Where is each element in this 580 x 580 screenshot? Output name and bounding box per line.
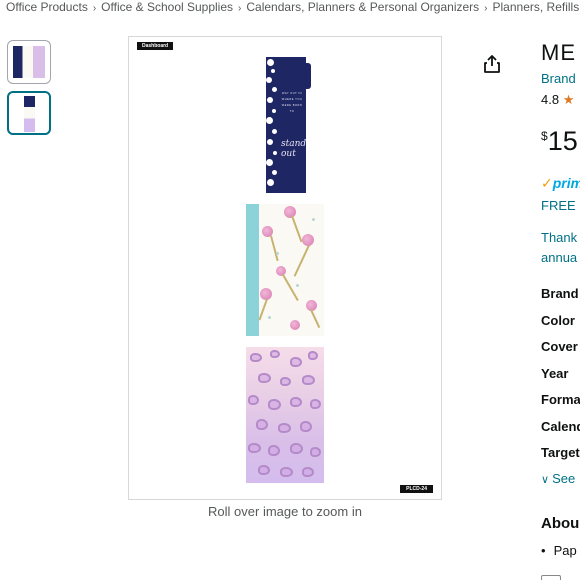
teal-strip [246, 204, 259, 336]
breadcrumb-item-office-products[interactable]: Office Products [6, 0, 88, 14]
thumbnail-list [7, 40, 51, 142]
compare-checkbox[interactable] [541, 575, 561, 580]
spec-year: Year [541, 365, 569, 381]
product-code-tag: PLCD-24 [400, 485, 433, 493]
about-bullet: • Pap [541, 543, 577, 558]
spec-target: Target [541, 445, 580, 460]
breadcrumb: Office Products › Office & School Supplies… [6, 0, 579, 14]
breadcrumb-separator: › [484, 3, 488, 14]
see-more-link[interactable]: ∨ See [541, 471, 575, 486]
thumbnail-1[interactable] [7, 40, 51, 84]
breadcrumb-item-calendars-planners[interactable]: Calendars, Planners & Personal Organizer… [246, 0, 479, 14]
zoom-hint: Roll over image to zoom in [208, 504, 362, 519]
leopard-print-card [246, 347, 324, 483]
share-icon[interactable] [482, 54, 502, 74]
star-icon: ★ [562, 92, 575, 107]
breadcrumb-item-office-school-supplies[interactable]: Office & School Supplies [101, 0, 233, 14]
breadcrumb-separator: › [238, 3, 242, 14]
dot-border [266, 57, 278, 193]
prime-check-icon: ✓ [541, 175, 553, 191]
prime-label: prim [552, 175, 580, 191]
spec-color: Color [541, 312, 575, 328]
spec-cover: Cover [541, 339, 578, 354]
prime-badge[interactable]: ✓prim [541, 175, 580, 192]
promo-line-1: Thank [541, 230, 578, 245]
spec-brand: Brand [541, 286, 579, 301]
brand-link[interactable]: Brand [541, 71, 576, 86]
thumbnail-1-image [13, 46, 45, 78]
product-specs: Brand Color Cover Year Forma Calend Targ… [541, 286, 580, 472]
about-heading: Abou [541, 515, 580, 532]
promo-line-2: annua [541, 250, 578, 265]
price: $15 [541, 126, 578, 157]
spec-calendar: Calend [541, 418, 580, 434]
rating-value: 4.8 [541, 92, 560, 107]
bullet-dot: • [541, 543, 546, 558]
bullet-text: Pap [553, 543, 577, 558]
product-title: ME [541, 40, 576, 65]
main-product-image[interactable]: Dashboard WAY OUT IN WHERE YOU WERE BORN… [128, 36, 442, 500]
breadcrumb-separator: › [92, 3, 97, 14]
card-tab [305, 63, 311, 89]
floral-card [246, 204, 324, 336]
thumbnail-2[interactable] [7, 91, 51, 135]
breadcrumb-item-planners-refills[interactable]: Planners, Refills [493, 0, 580, 14]
rating[interactable]: 4.8 ★ [541, 92, 574, 108]
thumbnail-2-image [24, 96, 35, 132]
price-symbol: $ [541, 129, 548, 143]
chevron-down-icon: ∨ [541, 474, 550, 486]
card-script-text: stand out [281, 139, 307, 159]
navy-quote-card: WAY OUT IN WHERE YOU WERE BORN TO stand … [266, 57, 311, 193]
spec-format: Forma [541, 392, 580, 407]
promo-link[interactable]: Thank annua [541, 228, 577, 268]
see-more-label: See [552, 471, 576, 486]
free-delivery-link[interactable]: FREE I [541, 198, 580, 213]
dashboard-tag: Dashboard [137, 42, 174, 50]
price-whole: 15 [547, 126, 578, 156]
card-quote-text: WAY OUT IN WHERE YOU WERE BORN TO [281, 92, 303, 113]
